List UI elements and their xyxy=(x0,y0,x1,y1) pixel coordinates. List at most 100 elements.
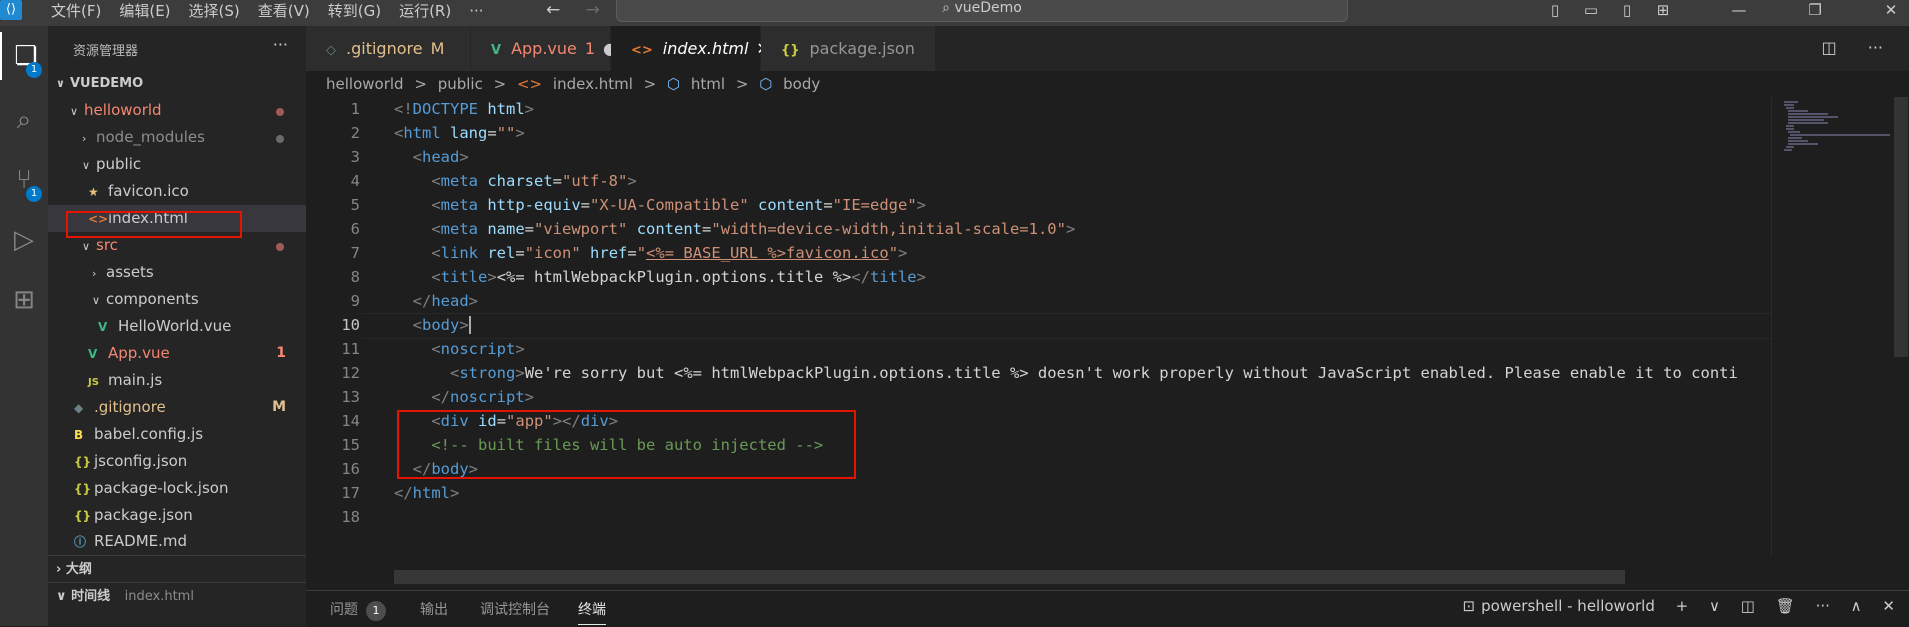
breadcrumb-item[interactable]: body xyxy=(783,75,820,93)
code-line: 4 <meta charset="utf-8"> xyxy=(306,169,1771,193)
line-number: 15 xyxy=(341,436,360,454)
menu-go[interactable]: 转到(G) xyxy=(319,1,390,21)
split-editor-icon[interactable]: ◫ xyxy=(1822,38,1837,57)
workspace-root[interactable]: ∨ VUEDEMO xyxy=(48,70,306,97)
menu-file[interactable]: 文件(F) xyxy=(42,1,110,21)
tab-gitignore[interactable]: ◇ .gitignore M xyxy=(306,26,471,71)
line-number: 9 xyxy=(350,292,360,310)
code-editor[interactable]: 1 <!DOCTYPE html> 2 <html lang=""> 3 <head… xyxy=(306,97,1771,572)
tree-item-jsconfig[interactable]: {} jsconfig.json xyxy=(48,448,306,475)
code-line: 18 xyxy=(306,505,1771,529)
code-text: <body>​ xyxy=(412,316,471,334)
split-terminal-icon[interactable]: ◫ xyxy=(1741,597,1755,615)
tab-problems[interactable]: 问题 1 xyxy=(330,599,386,621)
tab-app-vue[interactable]: VApp.vue1● xyxy=(471,26,617,71)
code-text: <link rel="icon" href="<%= BASE_URL %>fa… xyxy=(431,244,908,262)
search-icon[interactable]: ⌕ xyxy=(0,96,48,144)
chevron-right-icon: › xyxy=(82,132,87,145)
search-icon: ⌕ xyxy=(942,0,955,16)
line-number: 16 xyxy=(341,460,360,478)
add-terminal-icon[interactable]: + xyxy=(1676,597,1689,615)
tree-item-gitignore[interactable]: ◆ .gitignore M xyxy=(48,394,306,421)
tree-item-readme[interactable]: ⓘ README.md xyxy=(48,528,306,555)
toggle-secondary-sidebar-icon[interactable]: ▯ xyxy=(1609,0,1645,20)
highlight-box xyxy=(397,410,856,479)
js-file-icon: JS xyxy=(88,377,99,388)
code-text: <strong>We're sorry but <%= htmlWebpackP… xyxy=(450,364,1738,382)
trash-icon[interactable]: 🗑 xyxy=(1776,597,1795,615)
more-actions-icon[interactable]: ··· xyxy=(1816,597,1830,615)
title-bar: ⟨⟩ 文件(F) 编辑(E) 选择(S) 查看(V) 转到(G) 运行(R) ·… xyxy=(0,0,1909,26)
menu-more[interactable]: ··· xyxy=(460,1,492,21)
breadcrumb-item[interactable]: public xyxy=(438,75,483,93)
command-center[interactable]: ⌕ vueDemo xyxy=(616,0,1348,22)
tree-item-helloworld-vue[interactable]: V HelloWorld.vue xyxy=(48,313,306,340)
run-debug-icon[interactable]: ▷ xyxy=(0,216,48,264)
line-number: 1 xyxy=(350,100,360,118)
tree-item-package-json[interactable]: {} package.json xyxy=(48,502,306,529)
star-icon: ★ xyxy=(88,185,99,199)
tab-suffix: M xyxy=(430,39,445,58)
code-text: </html> xyxy=(394,484,460,502)
tree-item-components[interactable]: ∨ components xyxy=(48,286,306,313)
horizontal-scrollbar[interactable] xyxy=(394,570,1625,584)
toggle-panel-icon[interactable]: ▭ xyxy=(1573,0,1609,20)
tab-output[interactable]: 输出 xyxy=(420,599,448,619)
breadcrumb-item[interactable]: html xyxy=(691,75,725,93)
minimap-preview xyxy=(1784,101,1890,151)
breadcrumb-item[interactable]: index.html xyxy=(553,75,633,93)
tree-item-label: public xyxy=(96,155,142,173)
menu-view[interactable]: 查看(V) xyxy=(249,1,319,21)
customize-layout-icon[interactable]: ⊞ xyxy=(1645,0,1681,20)
tab-terminal[interactable]: 终端 xyxy=(578,599,606,625)
back-arrow-icon[interactable]: ← xyxy=(546,0,560,20)
json-file-icon: {} xyxy=(74,482,92,496)
forward-arrow-icon[interactable]: → xyxy=(586,0,600,20)
menu-bar: 文件(F) 编辑(E) 选择(S) 查看(V) 转到(G) 运行(R) ··· xyxy=(42,1,493,21)
outline-section[interactable]: › 大纲 xyxy=(48,555,306,583)
chevron-down-icon[interactable]: ∨ xyxy=(1709,597,1720,615)
extensions-icon[interactable]: ⊞ xyxy=(0,276,48,324)
tree-item-assets[interactable]: › assets xyxy=(48,259,306,286)
problems-badge: 1 xyxy=(366,601,386,621)
breadcrumb-item[interactable]: helloworld xyxy=(326,75,404,93)
tab-debug-console[interactable]: 调试控制台 xyxy=(480,599,550,619)
toggle-sidebar-icon[interactable]: ▯ xyxy=(1537,0,1573,20)
code-text: <!DOCTYPE html> xyxy=(394,100,535,118)
menu-run[interactable]: 运行(R) xyxy=(390,1,460,21)
tree-item-main-js[interactable]: JS main.js xyxy=(48,367,306,394)
more-actions-icon[interactable]: ··· xyxy=(273,35,288,54)
timeline-section[interactable]: ∨ 时间线 index.html xyxy=(48,582,306,610)
line-number: 10 xyxy=(341,316,360,334)
tab-package-json[interactable]: {} package.json xyxy=(761,26,936,71)
breadcrumb-separator: > xyxy=(414,75,427,93)
tab-index-html[interactable]: <>index.html✕ xyxy=(611,26,770,71)
close-window-icon[interactable]: ✕ xyxy=(1873,0,1909,20)
more-actions-icon[interactable]: ··· xyxy=(1868,38,1883,57)
tree-item-label: jsconfig.json xyxy=(94,452,188,470)
tree-item-helloworld[interactable]: ∨ helloworld xyxy=(48,97,306,124)
code-text: </noscript> xyxy=(431,388,534,406)
restore-icon[interactable]: ❐ xyxy=(1797,0,1833,20)
line-number: 11 xyxy=(341,340,360,358)
tree-item-node-modules[interactable]: › node_modules xyxy=(48,124,306,151)
tree-item-label: package-lock.json xyxy=(94,479,229,497)
minimap[interactable] xyxy=(1771,97,1892,557)
tree-item-label: .gitignore xyxy=(94,398,166,416)
maximize-panel-icon[interactable]: ∧ xyxy=(1851,597,1862,615)
close-panel-icon[interactable]: ✕ xyxy=(1882,597,1895,615)
code-line: 7 <link rel="icon" href="<%= BASE_URL %>… xyxy=(306,241,1771,265)
json-file-icon: {} xyxy=(74,455,92,469)
vertical-scrollbar[interactable] xyxy=(1894,97,1908,357)
line-number: 13 xyxy=(341,388,360,406)
terminal-selector[interactable]: powershell - helloworld xyxy=(1481,597,1655,615)
tree-item-public[interactable]: ∨ public xyxy=(48,151,306,178)
menu-edit[interactable]: 编辑(E) xyxy=(110,1,179,21)
tree-item-favicon[interactable]: ★ favicon.ico xyxy=(48,178,306,205)
explorer-icon[interactable]: ❏ xyxy=(0,32,50,80)
tree-item-app-vue[interactable]: V App.vue 1 xyxy=(48,340,306,367)
menu-selection[interactable]: 选择(S) xyxy=(180,1,249,21)
minimize-icon[interactable]: — xyxy=(1721,0,1757,20)
tree-item-package-lock[interactable]: {} package-lock.json xyxy=(48,475,306,502)
tree-item-babel-config[interactable]: Bbabel.config.js xyxy=(48,421,306,448)
